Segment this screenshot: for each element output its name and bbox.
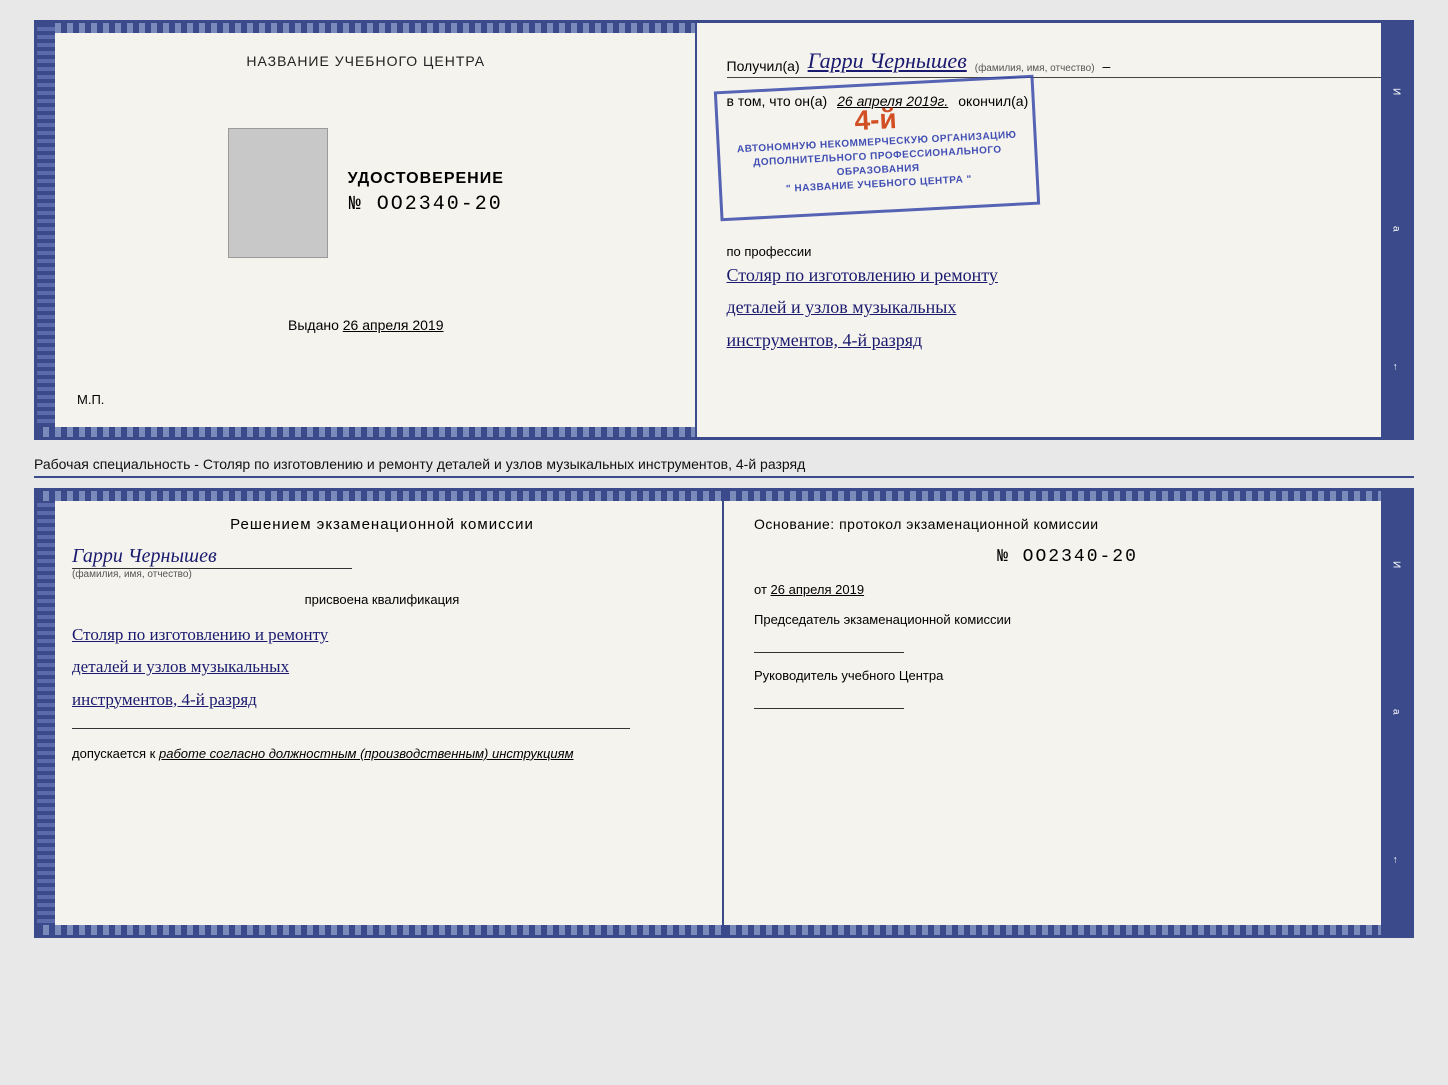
deco-bottom-l: ← — [1391, 855, 1402, 865]
po-professii-label: по профессии — [727, 244, 1381, 259]
rukovoditel-label: Руководитель учебного Центра — [754, 668, 1381, 683]
bottom-prof-line1: Столяр по изготовлению и ремонту — [72, 619, 692, 651]
profession-line1: Столяр по изготовлению и ремонту — [727, 259, 1381, 291]
prisvoena: присвоена квалификация — [72, 592, 692, 607]
name-block: Гарри Чернышев (фамилия, имя, отчество) — [72, 545, 692, 580]
fio-label: (фамилия, имя, отчество) — [975, 63, 1095, 74]
right-decoration: И а ← — [1381, 23, 1411, 437]
stamp-number: 4-й — [853, 103, 897, 137]
bottom-profession-block: Столяр по изготовлению и ремонту деталей… — [72, 619, 692, 716]
ot-label: от — [754, 582, 767, 597]
profession-line3: инструментов, 4-й разряд — [727, 324, 1381, 356]
dopuskaetsya-block: допускается к работе согласно должностны… — [72, 746, 692, 761]
right-deco-bottom: И а ← — [1381, 491, 1411, 935]
dopusk-italic: работе согласно должностным (производств… — [159, 746, 574, 761]
recipient-name: Гарри Чернышев — [808, 48, 967, 74]
predsedatel-sig-line — [754, 652, 904, 653]
vydano-label: Выдано — [288, 317, 339, 333]
deco-text-ya: а — [1390, 226, 1401, 232]
poluchil-line: Получил(а) Гарри Чернышев (фамилия, имя,… — [727, 48, 1381, 78]
diploma-right: Получил(а) Гарри Чернышев (фамилия, имя,… — [697, 23, 1411, 437]
predsedatel-label: Председатель экзаменационной комиссии — [754, 612, 1381, 627]
udostoverenie-number: № OO2340-20 — [348, 193, 504, 216]
photo-placeholder — [228, 128, 328, 258]
diploma-left: НАЗВАНИЕ УЧЕБНОГО ЦЕНТРА УДОСТОВЕРЕНИЕ №… — [37, 23, 697, 437]
udostoverenie-block: УДОСТОВЕРЕНИЕ № OO2340-20 — [348, 170, 504, 216]
vydano-block: Выдано 26 апреля 2019 — [288, 317, 444, 333]
po-professii-block: по профессии Столяр по изготовлению и ре… — [727, 244, 1381, 356]
protocol-number: № OO2340-20 — [754, 547, 1381, 567]
diploma-top: НАЗВАНИЕ УЧЕБНОГО ЦЕНТРА УДОСТОВЕРЕНИЕ №… — [34, 20, 1414, 440]
from-date-value: 26 апреля 2019 — [771, 582, 865, 597]
udostoverenie-title: УДОСТОВЕРЕНИЕ — [348, 170, 504, 188]
bottom-fio-label: (фамилия, имя, отчество) — [72, 569, 192, 580]
profession-line2: деталей и узлов музыкальных — [727, 291, 1381, 323]
bottom-recipient-name: Гарри Чернышев — [72, 545, 217, 568]
deco-bottom-i: И — [1391, 561, 1402, 568]
stamp-overlay: 4-й АВТОНОМНУЮ НЕКОММЕРЧЕСКУЮ ОРГАНИЗАЦИ… — [713, 75, 1039, 222]
middle-label: Рабочая специальность - Столяр по изгото… — [34, 448, 1414, 478]
vydano-date: 26 апреля 2019 — [343, 317, 444, 333]
deco-text-l: ← — [1390, 362, 1401, 372]
document-container: НАЗВАНИЕ УЧЕБНОГО ЦЕНТРА УДОСТОВЕРЕНИЕ №… — [34, 20, 1414, 938]
diploma-bottom-left: Решением экзаменационной комиссии Гарри … — [37, 491, 724, 935]
deco-text-i: И — [1390, 88, 1401, 95]
diploma-bottom: Решением экзаменационной комиссии Гарри … — [34, 488, 1414, 938]
bottom-prof-line3: инструментов, 4-й разряд — [72, 684, 692, 716]
bottom-prof-line2: деталей и узлов музыкальных — [72, 651, 692, 683]
dopuskaetsya-label: допускается к — [72, 746, 155, 761]
poluchil-label: Получил(а) — [727, 58, 800, 74]
rukovoditel-sig-line — [754, 708, 904, 709]
deco-bottom-ya: а — [1391, 709, 1402, 715]
mp-block: М.П. — [77, 392, 104, 407]
from-date: от 26 апреля 2019 — [754, 582, 1381, 597]
section-title: НАЗВАНИЕ УЧЕБНОГО ЦЕНТРА — [246, 53, 485, 69]
osnovanie-title: Основание: протокол экзаменационной коми… — [754, 516, 1381, 532]
diploma-bottom-right: Основание: протокол экзаменационной коми… — [724, 491, 1411, 935]
komissia-title: Решением экзаменационной комиссии — [72, 516, 692, 533]
rukovoditel-block: Руководитель учебного Центра — [754, 668, 1381, 709]
predsedatel-block: Председатель экзаменационной комиссии — [754, 612, 1381, 653]
